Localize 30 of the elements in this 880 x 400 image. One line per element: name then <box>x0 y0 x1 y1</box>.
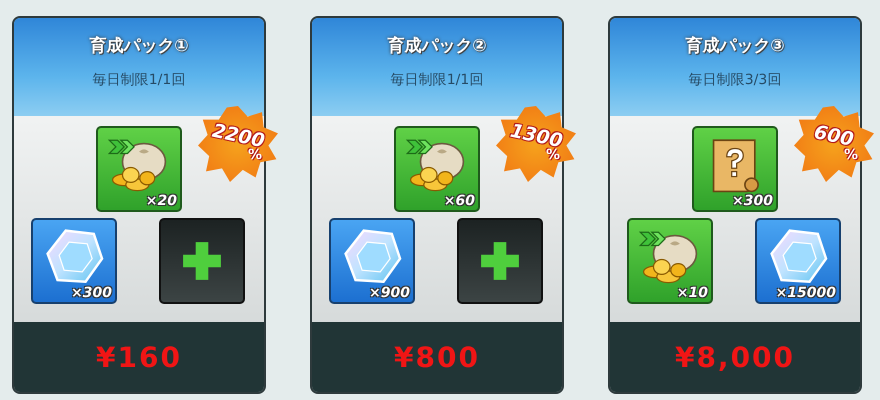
price: ¥160 <box>96 340 182 374</box>
price: ¥800 <box>394 340 480 374</box>
item-tile[interactable]: ×60 <box>394 126 480 212</box>
item-count: ×15000 <box>776 285 836 301</box>
item-tile[interactable]: ×15000 <box>755 218 841 304</box>
item-tile[interactable]: ×900 <box>329 218 415 304</box>
item-tile[interactable]: ×20 <box>96 126 182 212</box>
pack-title: 育成パック① <box>89 35 189 57</box>
pack-title: 育成パック③ <box>685 35 785 57</box>
percent-sign: % <box>844 147 858 163</box>
plus-icon <box>479 240 521 282</box>
item-tile[interactable]: ×10 <box>627 218 713 304</box>
item-count: ×300 <box>732 193 773 209</box>
item-count: ×60 <box>444 193 475 209</box>
empty-slot[interactable] <box>159 218 245 304</box>
purchase-limit: 毎日制限3/3回 <box>688 71 782 89</box>
plus-icon <box>181 240 223 282</box>
item-count: ×10 <box>676 285 708 301</box>
item-count: ×900 <box>369 285 410 301</box>
empty-slot[interactable] <box>457 218 543 304</box>
price: ¥8,000 <box>674 340 796 374</box>
purchase-limit: 毎日制限1/1回 <box>92 71 186 89</box>
percent-sign: % <box>546 147 560 163</box>
item-count: ×300 <box>71 285 112 301</box>
item-tile[interactable]: ×300 <box>692 126 778 212</box>
item-tile[interactable]: ×300 <box>31 218 117 304</box>
percent-sign: % <box>248 147 262 163</box>
purchase-limit: 毎日制限1/1回 <box>390 71 484 89</box>
item-count: ×20 <box>146 193 177 209</box>
pack-title: 育成パック② <box>387 35 487 57</box>
